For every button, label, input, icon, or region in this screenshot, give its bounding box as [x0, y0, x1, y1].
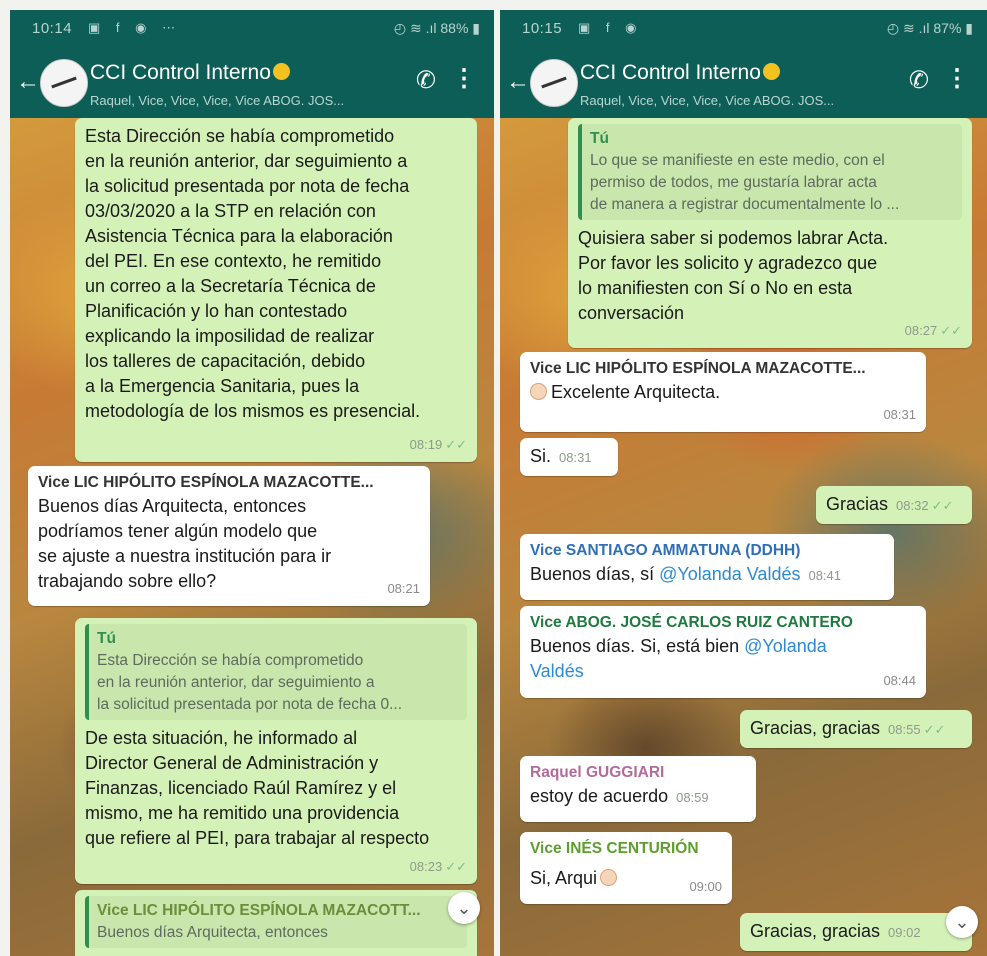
sender-name: Raquel GUGGIARI	[530, 764, 665, 781]
status-time: 10:15	[522, 20, 563, 37]
message-text: Buenos días Arquitecta, entonces podríam…	[38, 496, 332, 591]
message-bubble-outgoing[interactable]: Esta Dirección se había comprometido en …	[75, 118, 477, 462]
mention-link[interactable]: @Yolanda Valdés	[659, 564, 800, 584]
message-text: Quisiera saber si podemos labrar Acta. P…	[578, 228, 889, 323]
message-text: Gracias	[826, 494, 889, 514]
notification-icons: ▣ f ◉ ⋯	[88, 20, 182, 35]
face-emoji	[762, 63, 780, 80]
chat-participants[interactable]: Raquel, Vice, Vice, Vice, Vice ABOG. JOS…	[580, 93, 834, 108]
chat-title[interactable]: CCI Control Interno	[580, 61, 780, 85]
chat-screen-right: 10:15 ▣ f ◉ ◴ ≋ .ıl 87% ▮ ← CCI Control …	[500, 10, 987, 956]
battery-signal-status: ◴ ≋ .ıl 88% ▮	[393, 20, 480, 36]
message-bubble-incoming[interactable]: Vice LIC HIPÓLITO ESPÍNOLA MAZACOTTE... …	[520, 352, 926, 432]
message-bubble-outgoing[interactable]: Gracias, gracias 09:02	[740, 913, 972, 951]
message-bubble-incoming[interactable]: Vice SANTIAGO AMMATUNA (DDHH) Buenos día…	[520, 534, 894, 600]
status-bar: 10:14 ▣ f ◉ ⋯ ◴ ≋ .ıl 88% ▮	[10, 10, 494, 46]
message-time: 08:31	[559, 450, 592, 465]
scroll-down-icon[interactable]: ⌄	[946, 906, 978, 938]
message-text: De esta situación, he informado al Direc…	[85, 728, 430, 848]
message-text: Buenos días. Si, está bien @Yolanda Vald…	[530, 636, 827, 681]
message-time: 08:21	[387, 581, 420, 596]
message-bubble-outgoing[interactable]: Tú Esta Dirección se había comprometido …	[75, 618, 477, 884]
message-text: Esta Dirección se había comprometido en …	[85, 126, 421, 421]
add-call-icon[interactable]: ✆	[416, 66, 436, 95]
sender-name: Vice ABOG. JOSÉ CARLOS RUIZ CANTERO	[530, 614, 853, 631]
scroll-down-icon[interactable]: ⌄	[448, 892, 480, 924]
message-bubble-outgoing[interactable]: Tú Lo que se manifieste en este medio, c…	[568, 118, 972, 348]
message-bubble-outgoing[interactable]: Gracias 08:32 ✓✓	[816, 486, 972, 524]
chat-screen-left: 10:14 ▣ f ◉ ⋯ ◴ ≋ .ıl 88% ▮ ← CCI Contro…	[10, 10, 494, 956]
message-bubble-outgoing[interactable]: Gracias, gracias 08:55 ✓✓	[740, 710, 972, 748]
message-bubble-incoming[interactable]: Raquel GUGGIARI estoy de acuerdo 08:59	[520, 756, 756, 822]
double-check-icon: ✓✓	[445, 437, 467, 452]
quoted-sender: Tú	[97, 630, 116, 647]
message-time: 08:23 ✓✓	[409, 859, 467, 874]
quoted-text: Lo que se manifieste en este medio, con …	[590, 152, 900, 213]
message-time: 08:27 ✓✓	[904, 323, 962, 338]
message-text: Gracias, gracias	[750, 718, 881, 738]
message-bubble-incoming[interactable]: Vice ABOG. JOSÉ CARLOS RUIZ CANTERO Buen…	[520, 606, 926, 698]
double-check-icon: ✓✓	[940, 323, 962, 338]
quoted-message[interactable]: Tú Esta Dirección se había comprometido …	[85, 624, 467, 720]
quoted-sender: Tú	[590, 130, 609, 147]
message-bubble-incoming[interactable]: Vice INÉS CENTURIÓN Si, Arqui 09:00	[520, 832, 732, 904]
more-vert-icon[interactable]: ⋮	[452, 64, 476, 93]
quoted-message[interactable]: Tú Lo que se manifieste en este medio, c…	[578, 124, 962, 220]
face-emoji	[272, 63, 290, 80]
ok-hand-emoji	[600, 869, 618, 886]
sender-name: Vice SANTIAGO AMMATUNA (DDHH)	[530, 542, 801, 559]
add-call-icon[interactable]: ✆	[909, 66, 929, 95]
battery-signal-status: ◴ ≋ .ıl 87% ▮	[886, 20, 973, 36]
message-time: 08:31	[883, 407, 916, 422]
message-bubble-incoming[interactable]: Vice LIC HIPÓLITO ESPÍNOLA MAZACOTTE... …	[28, 466, 430, 606]
quoted-text: Buenos días Arquitecta, entonces	[97, 924, 328, 941]
chat-title[interactable]: CCI Control Interno	[90, 61, 290, 85]
message-time: 09:00	[689, 879, 722, 894]
more-vert-icon[interactable]: ⋮	[945, 64, 969, 93]
back-arrow-icon[interactable]: ←	[16, 68, 40, 96]
message-time: 08:19 ✓✓	[409, 437, 467, 452]
chat-participants[interactable]: Raquel, Vice, Vice, Vice, Vice ABOG. JOS…	[90, 93, 344, 108]
sender-name: Vice LIC HIPÓLITO ESPÍNOLA MAZACOTTE...	[530, 360, 866, 377]
quoted-text: Esta Dirección se había comprometido en …	[97, 652, 403, 713]
message-text: Gracias, gracias	[750, 921, 881, 941]
ok-hand-emoji	[530, 383, 547, 400]
chat-header: ← CCI Control Interno Raquel, Vice, Vice…	[10, 46, 494, 118]
message-text: Excelente Arquitecta.	[530, 380, 916, 405]
message-time: 08:55 ✓✓	[888, 722, 946, 737]
back-arrow-icon[interactable]: ←	[506, 68, 530, 96]
message-text: Buenos días, sí @Yolanda Valdés 08:41	[530, 564, 842, 584]
message-bubble-incoming[interactable]: Si. 08:31	[520, 438, 618, 476]
message-text: estoy de acuerdo 08:59	[530, 786, 709, 806]
double-check-icon: ✓✓	[931, 498, 954, 513]
double-check-icon: ✓✓	[445, 859, 467, 874]
message-time: 08:44	[883, 673, 916, 688]
message-time: 08:32 ✓✓	[896, 498, 954, 513]
message-text: Si.	[530, 446, 552, 466]
message-bubble-outgoing[interactable]: Vice LIC HIPÓLITO ESPÍNOLA MAZACOTT... B…	[75, 890, 477, 956]
message-time: 09:02	[888, 925, 921, 940]
quoted-sender: Vice LIC HIPÓLITO ESPÍNOLA MAZACOTT...	[97, 902, 421, 919]
status-time: 10:14	[32, 20, 73, 37]
notification-icons: ▣ f ◉	[578, 20, 643, 35]
chat-header: ← CCI Control Interno Raquel, Vice, Vice…	[500, 46, 987, 118]
group-avatar[interactable]	[40, 59, 88, 107]
quoted-message[interactable]: Vice LIC HIPÓLITO ESPÍNOLA MAZACOTT... B…	[85, 896, 467, 948]
double-check-icon: ✓✓	[923, 722, 946, 737]
sender-name: Vice INÉS CENTURIÓN	[530, 840, 699, 857]
group-avatar[interactable]	[530, 59, 578, 107]
sender-name: Vice LIC HIPÓLITO ESPÍNOLA MAZACOTTE...	[38, 474, 374, 491]
status-bar: 10:15 ▣ f ◉ ◴ ≋ .ıl 87% ▮	[500, 10, 987, 46]
